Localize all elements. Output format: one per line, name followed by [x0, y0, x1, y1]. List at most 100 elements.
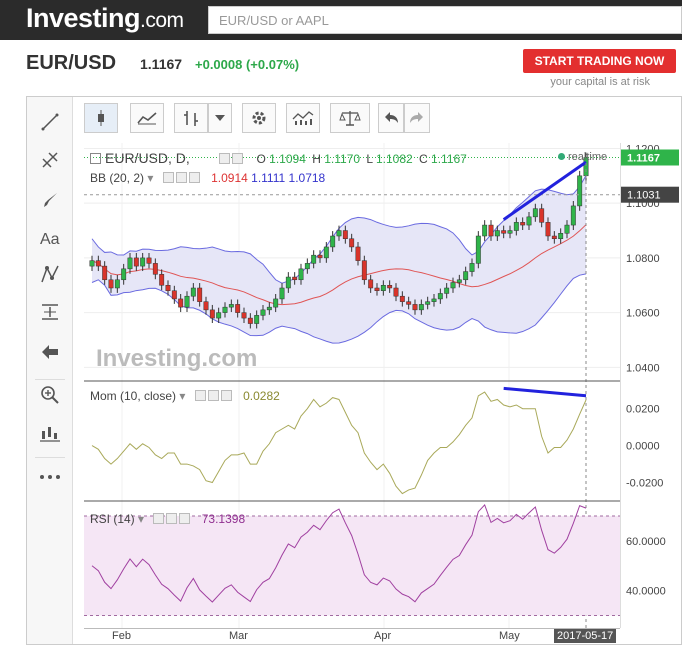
mom-legend: Mom (10, close) ▾ 0.0282 — [90, 389, 280, 403]
redo-icon[interactable] — [404, 103, 430, 133]
mom-trendline — [503, 386, 587, 398]
candle-body — [418, 304, 424, 311]
candle-body — [260, 309, 266, 316]
candle-body — [513, 222, 519, 231]
risk-note: your capital is at risk — [550, 76, 650, 88]
dropdown-icon[interactable] — [208, 103, 232, 133]
bb-middle-value: 1.0914 — [211, 171, 248, 185]
month-label: Apr — [374, 630, 392, 642]
main-legend: EUR/USD, D, O 1.1094 H 1.1170 L 1.1082 C… — [90, 150, 467, 166]
candle-body — [425, 301, 431, 305]
momentum-line — [91, 391, 587, 495]
bb-band-fill — [92, 175, 586, 344]
month-label: Feb — [112, 630, 131, 642]
chart-plot-area[interactable] — [84, 143, 620, 628]
fib-icon[interactable] — [27, 145, 73, 175]
candle-body — [361, 260, 367, 281]
candles-icon[interactable] — [27, 419, 73, 449]
candle-body — [380, 285, 386, 291]
bar-chart-icon[interactable] — [174, 103, 208, 133]
watermark: Investing.com — [96, 345, 258, 372]
bb-label: BB (20, 2) — [90, 171, 145, 185]
candle-body — [412, 304, 418, 311]
close-icon[interactable] — [179, 513, 191, 524]
candle-body — [545, 222, 551, 237]
eye-icon[interactable] — [162, 172, 174, 183]
candle-body — [247, 317, 253, 324]
more-icon[interactable] — [27, 462, 73, 492]
candle-body — [133, 257, 139, 267]
rsi-legend: RSI (14) ▾ 73.1398 — [90, 512, 245, 526]
mom-tick-label: 0.0200 — [626, 404, 660, 416]
eye-icon[interactable] — [194, 390, 206, 401]
last-price-tag-text: 1.1167 — [627, 152, 660, 164]
crosshair-tag-text: 1.1031 — [627, 190, 661, 202]
rsi-tick-label: 40.0000 — [626, 586, 666, 598]
candle-body — [209, 309, 215, 319]
candle-body — [469, 263, 475, 272]
chevron-down-icon[interactable]: ▾ — [179, 389, 185, 403]
candle-body — [146, 257, 152, 264]
collapse-icon[interactable] — [90, 153, 101, 164]
candle-body — [121, 268, 127, 281]
brush-icon[interactable] — [27, 185, 73, 215]
candlestick-icon[interactable] — [84, 103, 118, 133]
candle-body — [475, 235, 481, 264]
month-label: May — [499, 630, 520, 642]
eye-icon[interactable] — [219, 153, 231, 164]
open-value: 1.1094 — [269, 152, 306, 166]
candle-body — [406, 301, 412, 305]
close-value: 1.1167 — [431, 152, 467, 166]
candle-body — [336, 230, 342, 237]
mom-tick-label: -0.0200 — [626, 478, 663, 490]
eye-icon[interactable] — [153, 513, 165, 524]
candle-body — [520, 222, 526, 226]
quote-header: EUR/USD 1.1167 +0.0008 (+0.07%) START TR… — [0, 40, 682, 96]
compare-icon[interactable] — [330, 103, 370, 133]
indicators-icon[interactable] — [286, 103, 320, 133]
undo-icon[interactable] — [378, 103, 404, 133]
candle — [482, 220, 488, 241]
start-trading-button[interactable]: START TRADING NOW — [523, 49, 676, 73]
candle-body — [494, 230, 500, 237]
candle-body — [152, 263, 158, 275]
candle-body — [254, 315, 260, 324]
gear-icon[interactable] — [166, 513, 178, 524]
candle-body — [355, 246, 361, 261]
candle-body — [159, 274, 165, 286]
close-icon[interactable] — [220, 390, 232, 401]
back-arrow-icon[interactable] — [27, 337, 73, 367]
candle-body — [507, 230, 513, 234]
zoom-icon[interactable] — [27, 380, 73, 410]
site-logo[interactable]: Investing.com — [26, 3, 184, 34]
open-label: O — [256, 152, 266, 166]
candle-body — [342, 230, 348, 239]
candle — [577, 170, 583, 211]
search-input[interactable]: EUR/USD or AAPL — [208, 6, 682, 34]
pattern-icon[interactable] — [27, 259, 73, 289]
bb-upper-value: 1.1111 — [251, 171, 286, 185]
candle — [475, 231, 481, 269]
candle-body — [190, 287, 196, 297]
price-change: +0.0008 (+0.07%) — [195, 57, 300, 72]
trend-line-icon[interactable] — [27, 107, 73, 137]
pair-title: EUR/USD — [26, 52, 117, 74]
candle-body — [222, 306, 228, 313]
gear-icon[interactable] — [175, 172, 187, 183]
close-icon[interactable] — [188, 172, 200, 183]
settings-icon[interactable] — [242, 103, 276, 133]
chevron-down-icon[interactable]: ▾ — [138, 512, 144, 526]
measure-icon[interactable] — [27, 297, 73, 327]
time-axis: Feb Mar Apr May 2017-05-17 — [84, 628, 620, 645]
rsi-tick-label: 60.0000 — [626, 536, 666, 548]
text-icon[interactable]: Aa — [27, 223, 73, 253]
area-chart-icon[interactable] — [130, 103, 164, 133]
bb-lower-value: 1.0718 — [288, 171, 326, 185]
candle-body — [532, 208, 538, 218]
chevron-down-icon[interactable]: ▾ — [147, 171, 153, 185]
candle-body — [570, 205, 576, 226]
gear-icon[interactable] — [207, 390, 219, 401]
candle-body — [374, 287, 380, 291]
candle-body — [539, 208, 545, 223]
gear-icon[interactable] — [232, 153, 244, 164]
